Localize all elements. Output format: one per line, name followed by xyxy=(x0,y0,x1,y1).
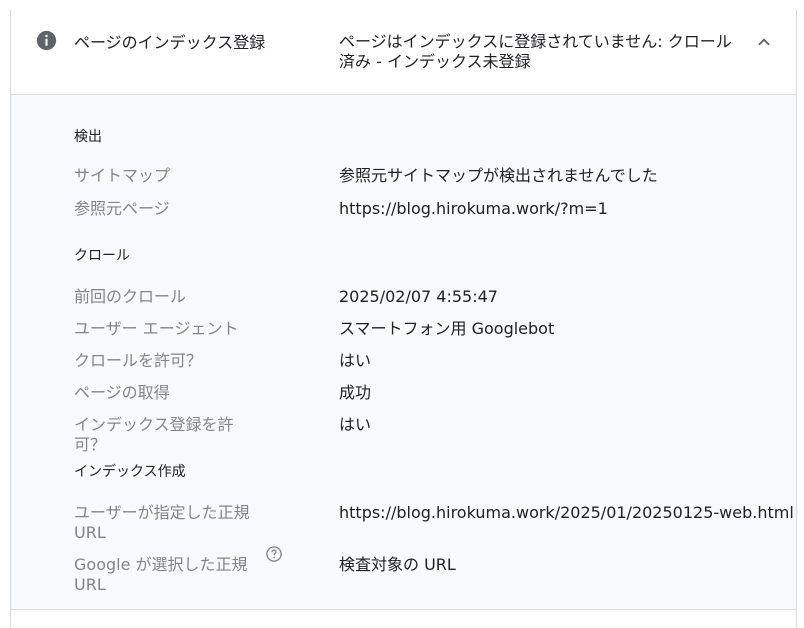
row-label-user-canonical-line-2: URL xyxy=(74,523,106,542)
row-value-sitemap: 参照元サイトマップが検出されませんでした xyxy=(339,166,658,185)
section-title-indexing: インデックス作成 xyxy=(74,464,186,480)
row-label-last-crawl: 前回のクロール xyxy=(74,287,187,306)
row-value-last-crawl: 2025/02/07 4:55:47 xyxy=(339,287,498,306)
row-label-indexing-allowed: インデックス登録を許可？ xyxy=(74,415,234,454)
row-label-referring-page: 参照元ページ xyxy=(74,199,170,218)
bottom-divider xyxy=(11,609,796,610)
row-value-page-fetch: 成功 xyxy=(339,383,372,402)
row-value-crawl-allowed: はい xyxy=(339,351,372,370)
row-label-page-fetch: ページの取得 xyxy=(74,383,170,402)
row-value-google-canonical: 検査対象の URL xyxy=(339,555,456,574)
row-label-user-canonical-line-1: ユーザーが指定した正規 xyxy=(74,503,250,522)
header-title: ページのインデックス登録 xyxy=(74,33,266,52)
index-status-line-2: 済み - インデックス未登録 xyxy=(339,52,531,71)
page-indexing-header[interactable]: ページのインデックス登録 ページはインデックスに登録されていません: クロール … xyxy=(11,10,796,95)
row-label-user-canonical: ユーザーが指定した正規 URL xyxy=(74,503,259,543)
page-indexing-card: ページのインデックス登録 ページはインデックスに登録されていません: クロール … xyxy=(10,10,797,628)
help-circle-icon[interactable] xyxy=(265,545,283,563)
section-title-crawl: クロール xyxy=(74,248,130,264)
row-value-referring-page[interactable]: https://blog.hirokuma.work/?m=1 xyxy=(339,199,779,219)
row-value-user-canonical[interactable]: https://blog.hirokuma.work/2025/01/20250… xyxy=(339,503,794,523)
row-label-google-canonical-line-2: URL xyxy=(74,575,106,594)
index-status-line-1: ページはインデックスに登録されていません: クロール xyxy=(339,32,732,51)
chevron-up-icon[interactable] xyxy=(753,31,775,53)
row-label-sitemap: サイトマップ xyxy=(74,166,171,185)
row-value-user-agent: スマートフォン用 Googlebot xyxy=(339,319,555,338)
section-title-discovery: 検出 xyxy=(74,129,102,145)
info-icon xyxy=(36,30,57,51)
row-label-crawl-allowed: クロールを許可？ xyxy=(74,351,203,370)
details-panel: 検出 サイトマップ 参照元サイトマップが検出されませんでした 参照元ページ ht… xyxy=(11,95,796,610)
row-label-user-agent: ユーザー エージェント xyxy=(74,319,239,338)
row-value-indexing-allowed: はい xyxy=(339,415,372,434)
index-status: ページはインデックスに登録されていません: クロール 済み - インデックス未登… xyxy=(339,32,744,72)
row-label-google-canonical-line-1: Google が選択した正規 xyxy=(74,555,248,574)
row-label-google-canonical: Google が選択した正規 URL xyxy=(74,555,259,595)
